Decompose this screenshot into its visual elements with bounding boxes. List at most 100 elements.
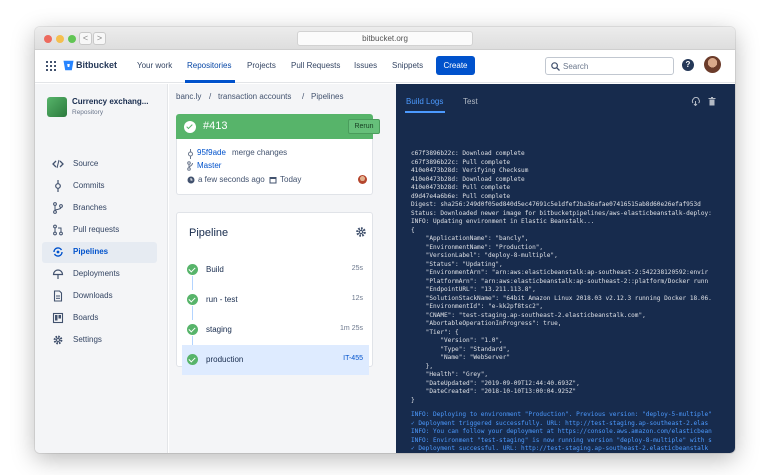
commit-info-card: 95f9ade merge changes Master a few secon… [176,139,373,195]
log-line: Digest: sha256:249d0f05ed840d5ec47691c5e… [411,201,701,208]
bitbucket-logo-icon[interactable] [63,60,74,71]
screen: < > bitbucket.org Bitbucket Your work Re… [0,0,770,475]
sidebar-item-boards[interactable]: Boards [42,308,157,329]
pipeline-step-staging[interactable]: staging 1m 25s [182,315,369,345]
pipeline-step-run-test[interactable]: run - test 12s [182,285,369,315]
repo-name[interactable]: Currency exchang... [72,97,148,106]
sidebar-item-branches[interactable]: Branches [42,198,157,219]
log-line: "Type": "Standard", [411,345,511,353]
app-switcher-icon[interactable] [46,61,56,71]
success-check-icon [184,121,196,133]
success-check-icon [187,294,198,305]
pipelines-icon [53,247,63,257]
sidebar-item-commits[interactable]: Commits [42,176,157,197]
log-info-line: ✓ Deployment successful. URL: http://tes… [411,445,709,452]
sidebar-item-label: Settings [73,335,102,344]
trash-icon[interactable] [708,97,716,106]
commit-icon [55,180,61,192]
minimize-window-button[interactable] [56,35,64,43]
log-info-line: INFO: Deploying to environment "Producti… [411,411,712,418]
nav-snippets[interactable]: Snippets [392,61,423,70]
repo-type: Repository [72,109,104,116]
sidebar-item-label: Boards [73,313,99,322]
branch-link[interactable]: Master [197,161,221,170]
clock-icon [187,176,195,184]
log-line: { [411,226,415,234]
log-line: "ApplicationName": "bancly", [411,235,529,242]
logo-text[interactable]: Bitbucket [76,60,117,70]
download-log-icon[interactable] [691,97,700,106]
build-date: Today [280,175,302,184]
downloads-icon [53,290,63,302]
sidebar-item-deployments[interactable]: Deployments [42,264,157,285]
address-bar[interactable]: bitbucket.org [297,31,473,46]
sidebar-item-pull-requests[interactable]: Pull requests [42,220,157,241]
maximize-window-button[interactable] [68,35,76,43]
author-avatar[interactable] [358,175,367,184]
step-issue-link[interactable]: IT-455 [343,355,363,362]
sidebar-item-pipelines[interactable]: Pipelines [42,242,157,263]
pipeline-step-production[interactable]: production IT-455 [182,345,369,375]
browser-forward-button[interactable]: > [93,32,106,45]
nav-active-indicator [185,80,235,83]
log-line: INFO: Updating environment in Elastic Be… [411,218,595,225]
success-check-icon [187,264,198,275]
breadcrumb-item-transaction-accounts[interactable]: transaction accounts [218,92,291,101]
log-line: "VersionLabel": "deploy-8-multiple", [411,252,558,259]
search-icon [551,62,560,71]
user-avatar[interactable] [704,56,721,73]
pull-request-icon [53,224,63,236]
search-input[interactable]: Search [545,57,674,75]
tab-build-logs[interactable]: Build Logs [406,97,443,106]
branch-icon [187,161,193,171]
commit-icon [188,149,193,159]
breadcrumb-item-banc[interactable]: banc.ly [176,92,201,101]
close-window-button[interactable] [44,35,52,43]
log-line: d9d47e4a6b6e: Pull complete [411,192,511,200]
browser-titlebar: < > bitbucket.org [35,27,735,50]
log-line: "DateCreated": "2018-10-10T13:00:04.925Z… [411,388,577,395]
log-line: "EndpointURL": "13.211.113.8", [411,286,536,293]
log-line: "Health": "Grey", [411,371,489,378]
log-line: 410e0473b28d: Pull complete [411,184,511,191]
create-button[interactable]: Create [436,56,475,75]
browser-back-button[interactable]: < [79,32,92,45]
log-line: "EnvironmentArn": "arn:aws:elasticbeanst… [411,269,709,276]
nav-issues[interactable]: Issues [354,61,377,70]
log-info-line: ✓ Deployment triggered successfully. URL… [411,419,709,427]
pipeline-steps-card: Pipeline Build 25s run - test 12s stagin… [176,212,373,375]
sidebar-item-label: Deployments [73,269,120,278]
log-line: "EnvironmentName": "Production", [411,243,544,251]
commit-hash-link[interactable]: 95f9ade [197,148,226,157]
settings-icon[interactable] [355,226,367,238]
help-icon[interactable]: ? [682,59,694,71]
sidebar-item-source[interactable]: Source [42,154,157,175]
step-name: staging [206,325,232,334]
log-line: }, [411,362,434,370]
log-line: c67f3896b22c: Download complete [411,150,525,157]
tab-test[interactable]: Test [463,97,478,106]
rerun-button[interactable]: Rerun [348,119,380,134]
step-duration: 1m 25s [340,325,363,332]
tab-active-indicator [405,111,445,113]
success-check-icon [187,324,198,335]
top-navigation: Bitbucket Your work Repositories Project… [35,50,735,83]
log-line: "Version": "1.0", [411,337,503,344]
sidebar-item-label: Branches [73,203,107,212]
sidebar-item-settings[interactable]: Settings [42,330,157,351]
nav-pull-requests[interactable]: Pull Requests [291,61,340,70]
log-line: "AbortableOperationInProgress": true, [411,320,562,327]
sidebar-item-downloads[interactable]: Downloads [42,286,157,307]
pipeline-step-build[interactable]: Build 25s [182,255,369,285]
nav-projects[interactable]: Projects [247,61,276,70]
repo-avatar[interactable] [47,97,67,117]
breadcrumb-item-pipelines[interactable]: Pipelines [311,92,343,101]
sidebar-item-label: Pull requests [73,225,120,234]
log-info-line: INFO: Environment "test-staging" is now … [411,436,712,444]
log-line: "CNAME": "test-staging.ap-southeast-2.el… [411,311,646,319]
log-line: "DateUpdated": "2019-09-09T12:44:40.693Z… [411,379,580,387]
settings-icon [53,335,63,345]
log-line: "SolutionStackName": "64bit Amazon Linux… [411,294,712,302]
nav-your-work[interactable]: Your work [137,61,172,70]
nav-repositories[interactable]: Repositories [187,61,231,70]
